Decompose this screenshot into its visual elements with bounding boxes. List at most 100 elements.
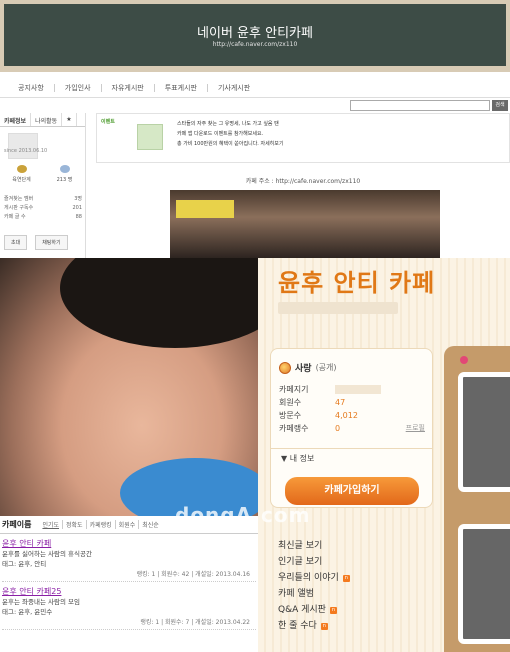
menu-item-stories[interactable]: 우리들의 이야기 n [278, 570, 428, 586]
level-heart-icon [279, 361, 291, 374]
cafe-badges: 육연단계 213 명 [0, 165, 86, 189]
profile-link[interactable]: 프로필 [406, 422, 425, 435]
donga-watermark: dongA.com [175, 503, 311, 527]
menu-item-label: Q&A 게시판 [278, 605, 326, 615]
menu-greeting[interactable]: 가입인사 [53, 83, 101, 92]
sort-accuracy[interactable]: 정확도 [62, 520, 86, 529]
cafe-search-results: 카페이름 인기도 정확도 카페랭킹 회원수 최신순 윤후 안티 카페 윤후를 싫… [0, 516, 258, 652]
menu-item-latest[interactable]: 최신글 보기 [278, 538, 428, 554]
cafe-info-box: 사랑 (공개) 카페지기 회원수 47 방문수 4,012 카페랭수 0 프로필 [270, 348, 433, 508]
menu-article-board[interactable]: 기사게시판 [206, 83, 260, 92]
member-count-label: 213 명 [56, 177, 73, 183]
stat-label: 게시판 구독수 [4, 205, 34, 211]
cafe-banner-title: 네이버 윤후 안티카페 [197, 26, 313, 41]
cafe-since-date: since 2013.06.10 [4, 148, 48, 154]
info-label: 카페랭수 [279, 424, 309, 433]
info-value: 4,012 [335, 411, 358, 420]
sort-latest[interactable]: 최신순 [138, 520, 162, 529]
menu-item-album[interactable]: 카페 앨범 [278, 586, 428, 602]
stat-row: 즐겨찾는 멤버 3명 [4, 195, 82, 204]
tab-my-activity[interactable]: 나의활동 [31, 113, 63, 126]
info-row-members: 회원수 47 [279, 396, 425, 409]
cafe-info-rows: 카페지기 회원수 47 방문수 4,012 카페랭수 0 프로필 [279, 383, 425, 435]
menu-item-chat[interactable]: 한 줄 수다 n [278, 618, 428, 634]
join-cafe-button[interactable]: 카페가입하기 [285, 477, 419, 505]
cafe-top-menu: 공지사항 가입인사 자유게시판 투표게시판 기사게시판 [0, 78, 510, 98]
sort-popularity[interactable]: 인기도 [39, 520, 62, 529]
pushpin-icon [460, 356, 468, 364]
stat-row: 게시판 구독수 201 [4, 204, 82, 213]
new-badge-icon: n [329, 606, 337, 614]
banner-frame: 네이버 윤후 안티카페 http://cafe.naver.com/zx110 [0, 0, 510, 72]
cafe-search-button[interactable]: 검색 [492, 100, 508, 111]
chalkboard-banner: 네이버 윤후 안티카페 http://cafe.naver.com/zx110 [4, 4, 506, 66]
event-banner[interactable]: 이벤트 스타들의 자주 찾는 그 유명세, 나도 가고 싶음 땐 카페 앱 다운… [96, 113, 510, 163]
level-icon [16, 165, 27, 173]
cafe-info-sidebar: 카페정보 나의활동 ★ since 2013.06.10 육연단계 213 명 … [0, 113, 86, 258]
info-row-visits: 방문수 4,012 [279, 409, 425, 422]
members-icon [59, 165, 70, 173]
cafe-visibility: (공개) [315, 363, 337, 372]
invite-button[interactable]: 초대 [4, 235, 28, 250]
sort-members[interactable]: 회원수 [114, 520, 139, 529]
new-badge-icon: n [342, 574, 350, 582]
child-photo [0, 258, 258, 516]
menu-item-popular[interactable]: 인기글 보기 [278, 554, 428, 570]
chat-button[interactable]: 채팅하기 [35, 235, 68, 250]
cafe-manager-avatar [8, 133, 38, 159]
event-line-2: 카페 앱 다운로드 이벤트를 참가해보세요. [177, 131, 264, 137]
menu-notice[interactable]: 공지사항 [8, 84, 54, 92]
cafe-side-menu: 최신글 보기 인기글 보기 우리들의 이야기 n 카페 앨범 Q&A 게시판 n… [278, 538, 428, 634]
blurred-url [278, 302, 398, 314]
result-meta: 랭킹: 1 | 회원수: 42 | 개설일: 2013.04.16 [2, 569, 256, 582]
result-description: 윤후를 싫어하는 사람의 휴식공간 [2, 550, 92, 558]
tv-caption-overlay [176, 200, 234, 218]
menu-vote-board[interactable]: 투표게시판 [153, 83, 207, 92]
info-label: 방문수 [279, 411, 302, 420]
cafe-profile-panel: 윤후 안티 카페 사랑 (공개) 카페지기 회원수 47 방문수 4,012 카… [258, 258, 510, 652]
result-description: 윤후는 좌중내는 사람의 모임 [2, 598, 80, 606]
info-row-rank: 카페랭수 0 프로필 [279, 422, 425, 435]
cafe-search-input[interactable] [350, 100, 490, 111]
photo-frame [458, 524, 510, 644]
menu-item-label: 한 줄 수다 [278, 621, 317, 631]
tv-screenshot-image [170, 190, 440, 258]
info-value: 47 [335, 398, 346, 407]
tab-favorite-star-icon[interactable]: ★ [62, 113, 77, 126]
menu-item-qna[interactable]: Q&A 게시판 n [278, 602, 428, 618]
blurred-manager-name [335, 385, 381, 394]
result-cafe-link[interactable]: 윤후 안티 카페 [2, 538, 256, 549]
stat-label: 카페 글 수 [4, 214, 26, 220]
cafe-level-label: 육연단계 [12, 177, 31, 183]
cafe-level: 사랑 (공개) [279, 361, 337, 374]
sort-ranking[interactable]: 카페랭킹 [85, 520, 115, 529]
result-tags: 태그: 윤후, 윤민수 [2, 608, 53, 616]
stat-value: 201 [72, 205, 82, 211]
photo-hair [60, 258, 258, 348]
event-tag: 이벤트 [101, 119, 115, 125]
results-title: 카페이름 [2, 520, 32, 529]
triangle-down-icon: ▼ [281, 454, 290, 463]
result-meta: 랭킹: 1 | 회원수: 7 | 개설일: 2013.04.22 [2, 617, 256, 630]
stat-row: 카페 글 수 88 [4, 213, 82, 222]
stat-label: 즐겨찾는 멤버 [4, 196, 34, 202]
result-item: 윤후 안티 카페25 윤후는 좌중내는 사람의 모임 태그: 윤후, 윤민수 랭… [0, 582, 258, 630]
naver-cafe-screenshot: 네이버 윤후 안티카페 http://cafe.naver.com/zx110 … [0, 0, 510, 258]
result-cafe-link[interactable]: 윤후 안티 카페25 [2, 586, 256, 597]
cafe-level-name: 사랑 [295, 364, 312, 374]
cafe-address[interactable]: 카페 주소 : http://cafe.naver.com/zx110 [96, 176, 510, 185]
info-value: 0 [335, 424, 341, 433]
event-line-3[interactable]: 총 가비 100만원의 혜택이 쏟아집니다. 자세히보기 [177, 140, 283, 147]
menu-item-label: 인기글 보기 [278, 557, 323, 567]
info-row-manager: 카페지기 [279, 383, 425, 396]
event-coffee-icon [137, 124, 163, 150]
sidebar-buttons: 초대 채팅하기 [4, 235, 68, 250]
tab-cafe-info[interactable]: 카페정보 [0, 113, 32, 126]
cafe-stats: 즐겨찾는 멤버 3명 게시판 구독수 201 카페 글 수 88 [4, 195, 82, 222]
menu-item-label: 최신글 보기 [278, 541, 323, 551]
menu-free-board[interactable]: 자유게시판 [100, 83, 154, 92]
cafe-banner-url[interactable]: http://cafe.naver.com/zx110 [4, 41, 506, 48]
my-info-toggle[interactable]: ▼ 내 정보 [271, 448, 432, 468]
my-info-label: 내 정보 [289, 454, 315, 463]
stat-value: 3명 [74, 196, 82, 202]
